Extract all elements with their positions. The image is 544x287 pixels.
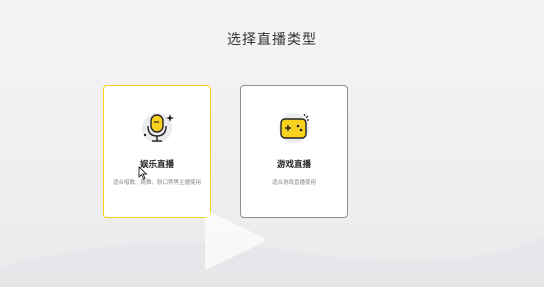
play-icon [205, 210, 265, 270]
mouse-cursor-icon [138, 166, 148, 180]
gamepad-icon [241, 110, 347, 143]
page-title: 选择直播类型 [227, 32, 317, 48]
game-live-card[interactable]: 游戏直播 适合游戏直播使用 [240, 85, 348, 218]
background-wave [0, 237, 544, 287]
card-description: 适合游戏直播使用 [271, 180, 316, 186]
card-title: 游戏直播 [276, 160, 311, 170]
microphone-icon [104, 110, 210, 143]
entertainment-live-card[interactable]: 娱乐直播 适合唱歌、跳舞、脱口秀等主播使用 [103, 85, 211, 218]
card-description: 适合唱歌、跳舞、脱口秀等主播使用 [112, 180, 201, 186]
card-title: 娱乐直播 [139, 160, 174, 170]
